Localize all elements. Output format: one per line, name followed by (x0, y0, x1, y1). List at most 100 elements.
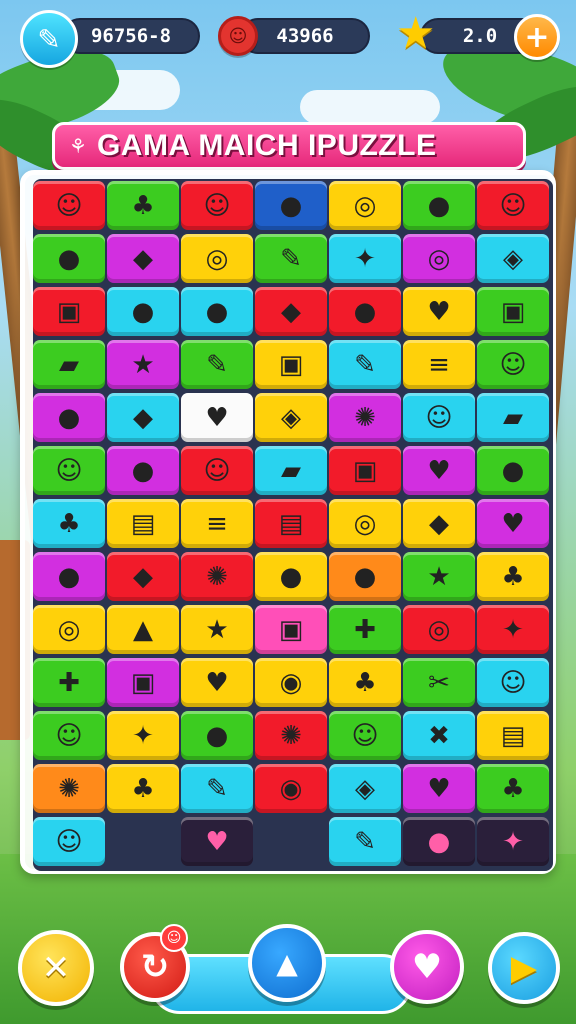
tile[interactable]: ✚ (329, 605, 401, 654)
tile[interactable]: ★ (403, 552, 475, 601)
tile[interactable]: ● (477, 446, 549, 495)
tile[interactable]: ♣ (107, 181, 179, 230)
tile[interactable]: ▰ (33, 340, 105, 389)
tile[interactable]: ◆ (107, 393, 179, 442)
tile[interactable]: ◈ (477, 234, 549, 283)
play-button[interactable]: ▶ (488, 932, 560, 1004)
tile[interactable]: ✦ (477, 817, 549, 866)
close-button[interactable]: ✕ (18, 930, 94, 1006)
tile[interactable]: ♥ (403, 764, 475, 813)
tile[interactable]: ✎ (255, 234, 327, 283)
tile[interactable]: ☺ (181, 181, 253, 230)
tile[interactable]: ✺ (255, 711, 327, 760)
tile[interactable]: ☺ (33, 711, 105, 760)
tile[interactable]: ● (403, 181, 475, 230)
tile[interactable]: ● (255, 181, 327, 230)
tile[interactable]: ● (33, 393, 105, 442)
tile[interactable]: ◉ (255, 764, 327, 813)
tile[interactable]: ◎ (403, 605, 475, 654)
tile[interactable]: ✦ (107, 711, 179, 760)
tile[interactable]: ◆ (107, 552, 179, 601)
heart-button[interactable]: ♥ (390, 930, 464, 1004)
top-hud: 96756-8 ✎ 43966 ☺ 2.0 ★ + (0, 8, 576, 68)
heart-icon: ♥ (411, 947, 443, 987)
tile[interactable]: ▣ (255, 340, 327, 389)
star-icon: ★ (396, 8, 436, 59)
tile[interactable]: ▣ (255, 605, 327, 654)
tile[interactable]: ☺ (477, 658, 549, 707)
tile[interactable]: ▰ (255, 446, 327, 495)
tile[interactable]: ◎ (329, 181, 401, 230)
center-action-button[interactable]: ▲ (248, 924, 326, 1002)
tile[interactable]: ● (181, 287, 253, 336)
tile[interactable]: ♣ (329, 658, 401, 707)
tile[interactable]: ☺ (403, 393, 475, 442)
tile[interactable]: ☺ (181, 446, 253, 495)
tile[interactable]: ◎ (329, 499, 401, 548)
tile[interactable]: ● (255, 552, 327, 601)
tile[interactable]: ♣ (107, 764, 179, 813)
tile[interactable]: ♥ (477, 499, 549, 548)
tile[interactable]: ● (329, 287, 401, 336)
tile[interactable]: ◆ (403, 499, 475, 548)
tile[interactable]: ● (107, 287, 179, 336)
tile[interactable]: ✎ (329, 817, 401, 866)
tile[interactable]: ◎ (403, 234, 475, 283)
tile[interactable]: ◎ (181, 234, 253, 283)
tile[interactable]: ✺ (181, 552, 253, 601)
tile[interactable]: ♣ (33, 499, 105, 548)
tile[interactable]: ✦ (329, 234, 401, 283)
tile[interactable]: ▣ (477, 287, 549, 336)
tile[interactable]: ☺ (477, 340, 549, 389)
tile[interactable]: ◉ (255, 658, 327, 707)
tile[interactable]: ♣ (477, 552, 549, 601)
coins-counter: 43966 (240, 18, 370, 54)
tile[interactable]: ▰ (477, 393, 549, 442)
tile[interactable]: ▤ (255, 499, 327, 548)
tile[interactable]: ☺ (33, 181, 105, 230)
score-text: 96756-8 (90, 25, 172, 47)
tile[interactable]: ♥ (403, 287, 475, 336)
tile[interactable]: ☺ (477, 181, 549, 230)
tile[interactable]: ✺ (329, 393, 401, 442)
tile[interactable]: ● (181, 711, 253, 760)
tile[interactable]: ▤ (107, 499, 179, 548)
tile[interactable]: ◆ (107, 234, 179, 283)
tile[interactable]: ♣ (477, 764, 549, 813)
tile[interactable]: ● (403, 817, 475, 866)
tile[interactable]: ☺ (33, 446, 105, 495)
tile[interactable]: ✚ (33, 658, 105, 707)
tile[interactable]: ✖ (403, 711, 475, 760)
tile[interactable]: ✎ (329, 340, 401, 389)
tile[interactable]: ● (33, 234, 105, 283)
tile[interactable]: ♥ (181, 393, 253, 442)
tile[interactable]: ✎ (181, 340, 253, 389)
tile[interactable]: ▣ (33, 287, 105, 336)
tile[interactable]: ✂ (403, 658, 475, 707)
tile[interactable]: ✦ (477, 605, 549, 654)
tile[interactable]: ♥ (403, 446, 475, 495)
tile[interactable]: ≡ (403, 340, 475, 389)
tile[interactable]: ▣ (107, 658, 179, 707)
tile[interactable]: ◈ (255, 393, 327, 442)
tile[interactable]: ◎ (33, 605, 105, 654)
booster-pencil-icon[interactable]: ✎ (20, 10, 78, 68)
tile[interactable]: ☺ (329, 711, 401, 760)
add-stars-button[interactable]: + (514, 14, 560, 60)
tile[interactable]: ♥ (181, 817, 253, 866)
tile[interactable]: ◆ (255, 287, 327, 336)
tile[interactable]: ☺ (33, 817, 105, 866)
tile[interactable]: ● (33, 552, 105, 601)
tile[interactable]: ♥ (181, 658, 253, 707)
tile[interactable]: ★ (107, 340, 179, 389)
tile[interactable]: ● (329, 552, 401, 601)
tile[interactable]: ▲ (107, 605, 179, 654)
tile[interactable]: ● (107, 446, 179, 495)
tile[interactable]: ✎ (181, 764, 253, 813)
tile[interactable]: ▣ (329, 446, 401, 495)
tile[interactable]: ≡ (181, 499, 253, 548)
tile[interactable]: ✺ (33, 764, 105, 813)
tile[interactable]: ▤ (477, 711, 549, 760)
tile[interactable]: ◈ (329, 764, 401, 813)
tile[interactable]: ★ (181, 605, 253, 654)
